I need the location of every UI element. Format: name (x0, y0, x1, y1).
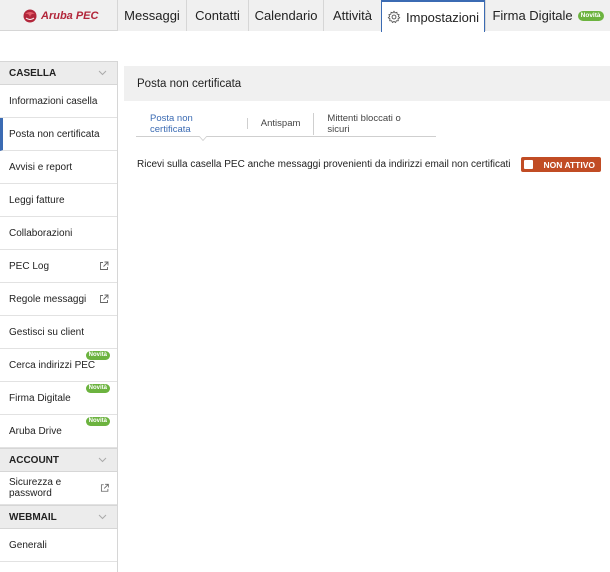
sidebar-item-label: Gestisci su client (9, 326, 85, 338)
section-header-account[interactable]: ACCOUNT (0, 448, 117, 472)
sidebar-item-posta-non-certificata[interactable]: Posta non certificata (0, 118, 117, 151)
settings-sidebar: CASELLA Informazioni casella Posta non c… (0, 61, 118, 572)
nav-tab-attivita[interactable]: Attività (323, 0, 381, 31)
external-link-icon (100, 261, 109, 270)
sidebar-item-label: Avvisi e report (9, 161, 73, 173)
chevron-down-icon (98, 514, 107, 520)
page-title: Posta non certificata (124, 66, 610, 101)
sidebar-item-gestisci-su-client[interactable]: Gestisci su client (0, 316, 117, 349)
subtab-antispam[interactable]: Antispam (246, 118, 314, 129)
sidebar-item-label: Generali (9, 539, 47, 551)
sidebar-item-collaborazioni[interactable]: Collaborazioni (0, 217, 117, 250)
sidebar-item-sicurezza-e-password[interactable]: Sicurezza e password (0, 472, 117, 505)
section-header-webmail[interactable]: WEBMAIL (0, 505, 117, 529)
sub-tabs: Posta non certificata Antispam Mittenti … (136, 111, 436, 141)
top-nav-bar: Aruba PEC Messaggi Contatti Calendario A… (0, 0, 610, 32)
sidebar-item-label: Sicurezza e password (9, 477, 62, 499)
external-link-icon (100, 483, 109, 492)
setting-label: Ricevi sulla casella PEC anche messaggi … (137, 159, 511, 170)
sidebar-item-cerca-indirizzi-pec[interactable]: Cerca indirizzi PEC Novità (0, 349, 117, 382)
subtab-mittenti-bloccati[interactable]: Mittenti bloccati o sicuri (313, 112, 436, 135)
nav-tab-label: Contatti (195, 8, 240, 23)
nav-tab-label: Firma Digitale (492, 8, 573, 23)
new-badge: Novità (85, 417, 110, 426)
sidebar-item-aruba-drive[interactable]: Aruba Drive Novità (0, 415, 117, 448)
sidebar-item-label: Posta non certificata (9, 128, 100, 140)
sidebar-item-regole-messaggi[interactable]: Regole messaggi (0, 283, 117, 316)
toggle-checkbox-icon (523, 160, 533, 169)
brand-name: Aruba PEC (41, 10, 99, 22)
sidebar-item-leggi-fatture[interactable]: Leggi fatture (0, 184, 117, 217)
nav-tab-messaggi[interactable]: Messaggi (117, 0, 186, 31)
status-toggle[interactable]: NON ATTIVO (520, 157, 601, 172)
sidebar-item-label: Informazioni casella (9, 95, 98, 107)
chevron-up-icon (98, 70, 107, 76)
toggle-label: NON ATTIVO (543, 159, 595, 170)
active-tab-caret-icon (199, 136, 207, 141)
section-header-casella[interactable]: CASELLA (0, 61, 117, 85)
nav-tab-impostazioni[interactable]: Impostazioni (381, 0, 485, 32)
sidebar-item-label: Firma Digitale (9, 392, 71, 404)
sidebar-item-label: Regole messaggi (9, 293, 87, 305)
nav-tab-firma-digitale[interactable]: Firma Digitale Novità (485, 0, 610, 31)
main-content: Posta non certificata Posta non certific… (124, 66, 610, 172)
sidebar-item-avvisi-e-report[interactable]: Avvisi e report (0, 151, 117, 184)
nav-tab-label: Calendario (254, 8, 318, 23)
external-link-icon (100, 294, 109, 303)
sidebar-item-label: Aruba Drive (9, 425, 62, 437)
nav-tab-label: Attività (332, 8, 372, 23)
section-title: WEBMAIL (9, 511, 57, 523)
subtab-posta-non-certificata[interactable]: Posta non certificata (136, 113, 247, 135)
new-badge: Novità (85, 351, 110, 360)
section-title: CASELLA (9, 67, 57, 79)
nav-tab-label: Messaggi (124, 8, 180, 23)
nav-tab-label: Impostazioni (406, 9, 479, 25)
sidebar-item-label: Cerca indirizzi PEC (9, 359, 96, 371)
sidebar-item-informazioni-casella[interactable]: Informazioni casella (0, 85, 117, 118)
sidebar-item-firma-digitale[interactable]: Firma Digitale Novità (0, 382, 117, 415)
setting-row-non-certified: Ricevi sulla casella PEC anche messaggi … (137, 157, 601, 172)
brand-logo[interactable]: Aruba PEC (22, 6, 98, 26)
sidebar-item-label: Leggi fatture (9, 194, 65, 206)
page-title-text: Posta non certificata (137, 77, 242, 90)
sidebar-item-label: Collaborazioni (9, 227, 73, 239)
nav-tab-calendario[interactable]: Calendario (248, 0, 323, 31)
aruba-logo-icon (23, 9, 37, 23)
gear-icon (387, 10, 401, 24)
sidebar-item-label: PEC Log (9, 260, 50, 272)
chevron-down-icon (98, 457, 107, 463)
new-badge: Novità (85, 384, 110, 393)
nav-tab-contatti[interactable]: Contatti (186, 0, 248, 31)
section-title: ACCOUNT (9, 454, 59, 466)
sidebar-item-pec-log[interactable]: PEC Log (0, 250, 117, 283)
sidebar-item-generali[interactable]: Generali (0, 529, 117, 562)
new-badge: Novità (577, 10, 604, 21)
